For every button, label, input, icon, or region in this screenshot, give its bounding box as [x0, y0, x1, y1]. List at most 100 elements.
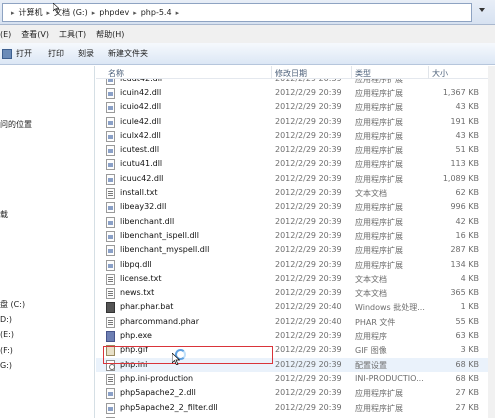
file-date: 2012/2/29 20:39	[275, 273, 342, 283]
breadcrumb-item-computer[interactable]: 计算机	[19, 7, 43, 18]
file-row[interactable]: libenchant_myspell.dll 2012/2/29 20:39 应用程…	[96, 243, 495, 257]
file-date: 2012/2/29 20:39	[275, 345, 342, 355]
file-row[interactable]: php.exe 2012/2/29 20:39 应用程序 63 KB	[96, 329, 495, 343]
breadcrumb-arrow-icon[interactable]: ▸	[176, 9, 180, 17]
menu-tools[interactable]: 工具(T)	[59, 29, 96, 40]
file-date: 2012/2/29 20:39	[275, 79, 342, 83]
mouse-pointer-icon	[172, 353, 180, 365]
menu-edit[interactable]: (E)	[0, 30, 21, 39]
file-row[interactable]: libeay32.dll 2012/2/29 20:39 应用程序扩展 996 KB	[96, 200, 495, 214]
nav-item-drive-e[interactable]: (E:)	[0, 330, 14, 339]
file-row[interactable]: libpq.dll 2012/2/29 20:39 应用程序扩展 134 KB	[96, 258, 495, 272]
menu-view[interactable]: 查看(V)	[21, 29, 59, 40]
breadcrumb-item-phpdev[interactable]: phpdev	[99, 8, 129, 17]
column-date-header[interactable]: 修改日期	[275, 68, 307, 79]
nav-item-drive-d[interactable]: D:)	[0, 315, 12, 324]
burn-button[interactable]: 刻录	[78, 48, 108, 59]
file-size: 43 KB	[455, 102, 479, 112]
dll-file-icon	[106, 245, 115, 257]
file-size: 62 KB	[455, 188, 479, 198]
nav-item-downloads[interactable]: 载	[0, 209, 8, 220]
column-header: 名称 修改日期 类型 大小	[96, 66, 495, 79]
file-date: 2012/2/29 20:40	[275, 316, 342, 326]
file-type: 应用程序扩展	[355, 403, 403, 413]
column-type-header[interactable]: 类型	[355, 68, 371, 79]
print-button[interactable]: 打印	[48, 48, 78, 59]
file-row[interactable]: icudt42.dll 2012/2/29 20:39 应用程序扩展	[96, 79, 495, 86]
file-date: 2012/2/29 20:39	[275, 402, 342, 412]
file-row[interactable]: icuuc42.dll 2012/2/29 20:39 应用程序扩展 1,089 KB	[96, 172, 495, 186]
file-type: 应用程序扩展	[355, 231, 403, 241]
nav-item-drive-g[interactable]: G:)	[0, 361, 12, 370]
file-type: 应用程序扩展	[355, 246, 403, 256]
breadcrumb-arrow-icon[interactable]: ▸	[11, 9, 15, 17]
file-size: 365 KB	[450, 288, 479, 298]
file-row[interactable]: icuio42.dll 2012/2/29 20:39 应用程序扩展 43 KB	[96, 100, 495, 114]
file-name: libpq.dll	[120, 259, 152, 269]
file-name: icutu41.dll	[120, 159, 163, 169]
file-date: 2012/2/29 20:39	[275, 102, 342, 112]
breadcrumb-item-drive-g[interactable]: 文档 (G:)	[54, 7, 88, 18]
open-button[interactable]: 打开	[2, 48, 48, 59]
file-row[interactable]: phar.phar.bat 2012/2/29 20:40 Windows 批处理.…	[96, 300, 495, 314]
nav-item-recent-places[interactable]: 问的位置	[0, 119, 32, 130]
column-divider[interactable]	[351, 66, 352, 79]
file-row[interactable]: icule42.dll 2012/2/29 20:39 应用程序扩展 191 KB	[96, 115, 495, 129]
file-type: 应用程序扩展	[355, 389, 403, 399]
breadcrumb[interactable]: ▸ 计算机 ▸ 文档 (G:) ▸ phpdev ▸ php-5.4 ▸	[2, 3, 472, 22]
file-row[interactable]: iculx42.dll 2012/2/29 20:39 应用程序扩展 43 KB	[96, 129, 495, 143]
file-row[interactable]: php.ini-production 2012/2/29 20:39 INI-PRO…	[96, 372, 495, 386]
file-date: 2012/2/29 20:39	[275, 173, 342, 183]
address-dropdown-icon[interactable]	[479, 8, 485, 12]
column-name-header[interactable]: 名称	[108, 68, 124, 79]
dll-file-icon	[106, 402, 115, 414]
breadcrumb-item-php-5-4[interactable]: php-5.4	[141, 8, 172, 17]
dll-file-icon	[106, 230, 115, 242]
file-size: 68 KB	[455, 373, 479, 383]
file-row[interactable]: php5apache2_2_filter.dll 2012/2/29 20:39 应…	[96, 401, 495, 415]
file-row[interactable]: pharcommand.phar 2012/2/29 20:40 PHAR 文件 55…	[96, 315, 495, 329]
file-size: 134 KB	[450, 259, 479, 269]
file-date: 2012/2/29 20:39	[275, 359, 342, 369]
vertical-scrollbar[interactable]	[488, 66, 495, 418]
file-name: iculx42.dll	[120, 130, 161, 140]
file-row[interactable]: license.txt 2012/2/29 20:39 文本文档 4 KB	[96, 272, 495, 286]
file-row[interactable]: php5apache2_2.dll 2012/2/29 20:39 应用程序扩展 27…	[96, 386, 495, 400]
file-row[interactable]: libenchant_ispell.dll 2012/2/29 20:39 应用程序…	[96, 229, 495, 243]
breadcrumb-arrow-icon[interactable]: ▸	[47, 9, 51, 17]
ini-file-icon	[106, 373, 115, 385]
file-date: 2012/2/29 20:39	[275, 373, 342, 383]
new-folder-button[interactable]: 新建文件夹	[108, 48, 162, 59]
column-divider[interactable]	[271, 66, 272, 79]
file-size: 3 KB	[460, 345, 479, 355]
file-type: 应用程序扩展	[355, 89, 403, 98]
breadcrumb-arrow-icon[interactable]: ▸	[133, 9, 137, 17]
file-row[interactable]: news.txt 2012/2/29 20:39 文本文档 365 KB	[96, 286, 495, 300]
file-row[interactable]: install.txt 2012/2/29 20:39 文本文档 62 KB	[96, 186, 495, 200]
file-name: libenchant_myspell.dll	[120, 245, 210, 255]
address-bar: ▸ 计算机 ▸ 文档 (G:) ▸ phpdev ▸ php-5.4 ▸	[0, 0, 495, 25]
file-row[interactable]: icutest.dll 2012/2/29 20:39 应用程序扩展 51 KB	[96, 143, 495, 157]
breadcrumb-arrow-icon[interactable]: ▸	[92, 9, 96, 17]
file-row[interactable]: libenchant.dll 2012/2/29 20:39 应用程序扩展 42 KB	[96, 215, 495, 229]
file-type: GIF 图像	[355, 346, 387, 356]
file-size: 68 KB	[455, 359, 479, 369]
nav-item-drive-c[interactable]: 盘 (C:)	[0, 299, 25, 310]
column-size-header[interactable]: 大小	[432, 68, 448, 79]
file-type: 应用程序扩展	[355, 160, 403, 170]
file-type: Windows 批处理...	[355, 303, 425, 313]
file-row[interactable]: icutu41.dll 2012/2/29 20:39 应用程序扩展 113 KB	[96, 157, 495, 171]
file-type: 应用程序	[355, 332, 387, 342]
file-name: php.ini-production	[120, 373, 194, 383]
dll-file-icon	[106, 88, 115, 99]
menu-help[interactable]: 帮助(H)	[96, 29, 134, 40]
column-divider[interactable]	[428, 66, 429, 79]
dll-file-icon	[106, 259, 115, 271]
dll-file-icon	[106, 202, 115, 214]
menu-bar: (E) 查看(V) 工具(T) 帮助(H)	[0, 25, 495, 43]
nav-item-drive-f[interactable]: (F:)	[0, 346, 13, 355]
dll-file-icon	[106, 102, 115, 114]
file-size: 191 KB	[450, 116, 479, 126]
file-date: 2012/2/29 20:39	[275, 202, 342, 212]
file-row[interactable]: icuin42.dll 2012/2/29 20:39 应用程序扩展 1,367 KB	[96, 86, 495, 100]
